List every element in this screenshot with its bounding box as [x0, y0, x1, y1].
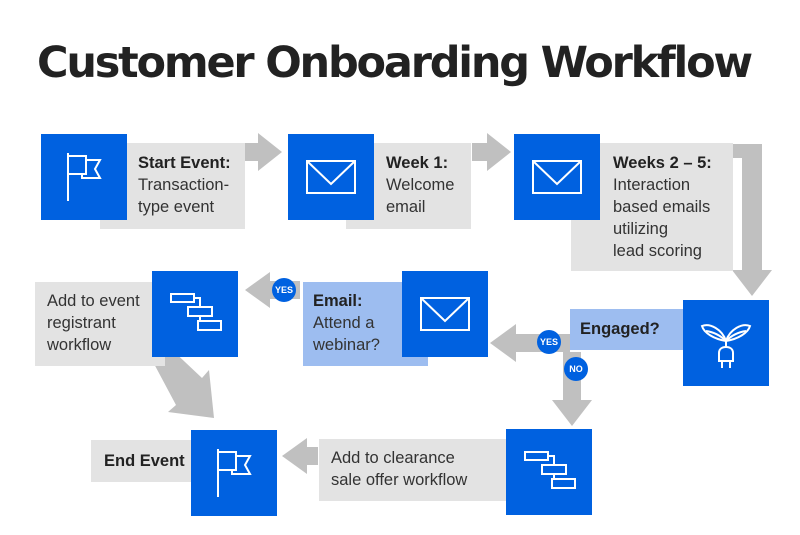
- start-event-text: Transaction- type event: [138, 176, 230, 216]
- end-event-label: End Event: [91, 440, 201, 482]
- weeks2-5-text: Interaction based emails utilizing lead …: [613, 176, 711, 260]
- plant-plug-icon: [700, 324, 752, 368]
- workflow-icon: [170, 293, 222, 331]
- engaged-label: Engaged?: [570, 309, 685, 350]
- webinar-node[interactable]: [402, 271, 488, 357]
- arrow-week1-to-weeks: [472, 133, 511, 171]
- weeks2-5-node[interactable]: [514, 134, 600, 220]
- arrow-start-to-week1: [243, 133, 282, 171]
- arrow-weeks-to-engaged: [732, 144, 772, 296]
- start-event-node[interactable]: [41, 134, 127, 220]
- end-event-heading: End Event: [104, 452, 185, 470]
- webinar-text: Attend a webinar?: [313, 314, 380, 354]
- envelope-icon: [420, 297, 470, 331]
- engaged-no-badge: NO: [564, 357, 588, 381]
- weeks2-5-heading: Weeks 2 – 5:: [613, 154, 712, 172]
- arrow-clearance-to-end: [282, 438, 318, 474]
- engaged-yes-badge: YES: [537, 330, 561, 354]
- clearance-text: Add to clearance sale offer workflow: [331, 449, 468, 489]
- registrant-text: Add to event registrant workflow: [47, 292, 140, 354]
- registrant-workflow-node[interactable]: [152, 271, 238, 357]
- envelope-icon: [532, 160, 582, 194]
- webinar-yes-badge: YES: [272, 278, 296, 302]
- week1-heading: Week 1:: [386, 154, 449, 172]
- end-event-node[interactable]: [191, 430, 277, 516]
- clearance-label: Add to clearance sale offer workflow: [319, 439, 509, 501]
- flag-icon: [217, 449, 252, 497]
- week1-node[interactable]: [288, 134, 374, 220]
- flag-icon: [67, 153, 102, 201]
- workflow-icon: [524, 451, 576, 489]
- start-event-heading: Start Event:: [138, 154, 231, 172]
- envelope-icon: [306, 160, 356, 194]
- clearance-workflow-node[interactable]: [506, 429, 592, 515]
- registrant-label: Add to event registrant workflow: [35, 282, 165, 366]
- engaged-node[interactable]: [683, 300, 769, 386]
- engaged-heading: Engaged?: [580, 320, 660, 338]
- week1-text: Welcome email: [386, 176, 455, 216]
